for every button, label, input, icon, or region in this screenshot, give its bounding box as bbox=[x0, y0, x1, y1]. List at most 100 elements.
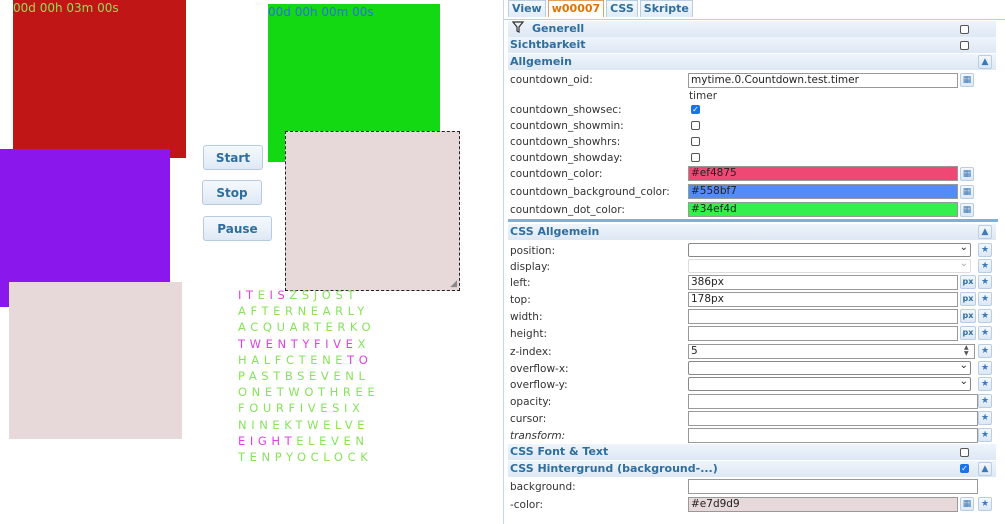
dot-color-input[interactable]: #34ef4d bbox=[688, 202, 958, 217]
showmin-checkbox[interactable] bbox=[691, 121, 700, 130]
showsec-checkbox[interactable]: ✓ bbox=[691, 105, 700, 114]
word-clock-letter: S bbox=[261, 368, 274, 383]
filter-icon[interactable] bbox=[511, 21, 525, 38]
tab-css[interactable]: CSS bbox=[606, 0, 638, 17]
showday-checkbox[interactable] bbox=[691, 153, 700, 162]
star-icon[interactable]: ★ bbox=[978, 344, 992, 358]
word-clock-letter: I bbox=[269, 288, 278, 302]
background-label: background: bbox=[510, 481, 576, 493]
left-px-button[interactable]: px bbox=[960, 275, 976, 289]
collapse-up-icon[interactable]: ▲ bbox=[978, 55, 992, 69]
word-clock-letter: N bbox=[261, 449, 275, 464]
showhrs-checkbox[interactable] bbox=[691, 137, 700, 146]
star-icon[interactable]: ★ bbox=[978, 243, 992, 257]
bg-color-picker-button[interactable]: ▦ bbox=[960, 185, 974, 199]
word-clock-letter: L bbox=[323, 449, 334, 464]
color-label: countdown_color: bbox=[510, 168, 603, 180]
word-clock-row: ACQUARTERKO bbox=[238, 319, 379, 335]
countdown-widget-red[interactable]: 00d 00h 03m 00s bbox=[13, 0, 186, 158]
zindex-input[interactable]: 5 bbox=[688, 344, 975, 359]
word-clock-letter: F bbox=[238, 401, 250, 416]
cursor-input[interactable] bbox=[688, 411, 978, 426]
color-input[interactable]: #ef4875 bbox=[688, 166, 958, 181]
group-css-hintergrund[interactable]: CSS Hintergrund (background-...) bbox=[508, 461, 996, 477]
word-clock-letter: T bbox=[261, 304, 274, 319]
zindex-spinner[interactable]: ▲ ▼ bbox=[964, 345, 969, 357]
top-input[interactable]: 178px bbox=[688, 292, 958, 307]
overflowy-select[interactable]: ⌄ bbox=[688, 376, 971, 391]
tab-skripte[interactable]: Skripte bbox=[639, 0, 693, 17]
sichtbarkeit-toggle[interactable] bbox=[960, 41, 969, 50]
pink-box-lower[interactable] bbox=[9, 282, 182, 439]
word-clock-row: PASTBSEVENL bbox=[238, 368, 379, 384]
star-icon[interactable]: ★ bbox=[978, 428, 992, 442]
word-clock-letter: A bbox=[248, 368, 262, 383]
start-button[interactable]: Start bbox=[203, 145, 263, 170]
css-font-toggle[interactable] bbox=[960, 448, 969, 457]
overflowx-select[interactable]: ⌄ bbox=[688, 360, 971, 375]
word-clock-letter: N bbox=[297, 304, 311, 319]
position-select[interactable]: ⌄ bbox=[688, 242, 971, 257]
word-clock-letter: N bbox=[355, 433, 369, 448]
star-icon[interactable]: ★ bbox=[978, 361, 992, 375]
background-input[interactable] bbox=[688, 479, 978, 494]
countdown-oid-input[interactable]: mytime.0.Countdown.test.timer bbox=[688, 73, 958, 88]
css-hintergrund-toggle[interactable]: ✓ bbox=[960, 464, 969, 473]
collapse-up-icon[interactable]: ▲ bbox=[978, 462, 992, 476]
opacity-input[interactable] bbox=[688, 394, 978, 409]
width-px-button[interactable]: px bbox=[960, 309, 976, 323]
word-clock-letter: O bbox=[333, 449, 348, 464]
word-clock-letter: I bbox=[325, 336, 334, 351]
bg-color-input[interactable]: #558bf7 bbox=[688, 184, 958, 199]
group-css-allgemein[interactable]: CSS Allgemein bbox=[508, 224, 996, 240]
group-sichtbarkeit[interactable]: Sichtbarkeit bbox=[508, 37, 996, 53]
star-icon[interactable]: ★ bbox=[978, 292, 992, 306]
top-px-button[interactable]: px bbox=[960, 292, 976, 306]
star-icon[interactable]: ★ bbox=[978, 326, 992, 340]
tab-view[interactable]: View bbox=[508, 0, 546, 17]
height-px-button[interactable]: px bbox=[960, 326, 976, 340]
width-input[interactable] bbox=[688, 309, 958, 324]
word-clock-letter: I bbox=[343, 401, 352, 416]
oid-select-button[interactable]: ▦ bbox=[960, 73, 974, 87]
group-css-font-text[interactable]: CSS Font & Text bbox=[508, 444, 996, 460]
word-clock-letter: E bbox=[249, 449, 262, 464]
showsec-label: countdown_showsec: bbox=[510, 104, 622, 116]
word-clock-letter: Y bbox=[286, 449, 297, 464]
word-clock-letter: T bbox=[290, 336, 303, 351]
word-clock-letter: C bbox=[347, 449, 361, 464]
word-clock-letter: L bbox=[308, 433, 320, 448]
word-clock-letter: E bbox=[265, 336, 278, 351]
collapse-up-icon[interactable]: ▲ bbox=[978, 225, 992, 239]
star-icon[interactable]: ★ bbox=[978, 275, 992, 289]
word-clock-row: NINEKTWELVE bbox=[238, 417, 379, 433]
star-icon[interactable]: ★ bbox=[978, 259, 992, 273]
left-input[interactable]: 386px bbox=[688, 275, 958, 290]
word-clock-letter: C bbox=[285, 352, 299, 367]
transform-input[interactable] bbox=[688, 428, 978, 443]
star-icon[interactable]: ★ bbox=[978, 394, 992, 408]
word-clock-letter: L bbox=[347, 304, 358, 319]
display-select[interactable]: ⌄ bbox=[688, 258, 971, 273]
dot-color-picker-button[interactable]: ▦ bbox=[960, 203, 974, 217]
star-icon[interactable]: ★ bbox=[978, 309, 992, 323]
tab-widget[interactable]: w00007 bbox=[547, 0, 605, 17]
resize-handle-icon[interactable]: ◢ bbox=[450, 279, 457, 289]
star-icon[interactable]: ★ bbox=[978, 377, 992, 391]
stop-button[interactable]: Stop bbox=[202, 180, 262, 205]
word-clock-letter: E bbox=[345, 336, 358, 351]
height-input[interactable] bbox=[688, 326, 958, 341]
star-icon[interactable]: ★ bbox=[978, 411, 992, 425]
color-picker-button[interactable]: ▦ bbox=[960, 167, 974, 181]
selected-widget[interactable]: ◢ bbox=[285, 131, 460, 291]
bg-color-css-input[interactable]: #e7d9d9 bbox=[688, 497, 958, 512]
star-icon[interactable]: ★ bbox=[978, 497, 992, 511]
bg-color-css-picker-button[interactable]: ▦ bbox=[960, 497, 974, 511]
pause-button[interactable]: Pause bbox=[203, 216, 272, 241]
generell-toggle[interactable] bbox=[960, 25, 969, 34]
group-allgemein[interactable]: Allgemein bbox=[508, 54, 996, 70]
word-clock-letter: R bbox=[335, 304, 348, 319]
word-clock-letter: K bbox=[360, 449, 373, 464]
group-generell[interactable]: Generell bbox=[508, 21, 996, 37]
word-clock-letter: A bbox=[238, 304, 251, 319]
